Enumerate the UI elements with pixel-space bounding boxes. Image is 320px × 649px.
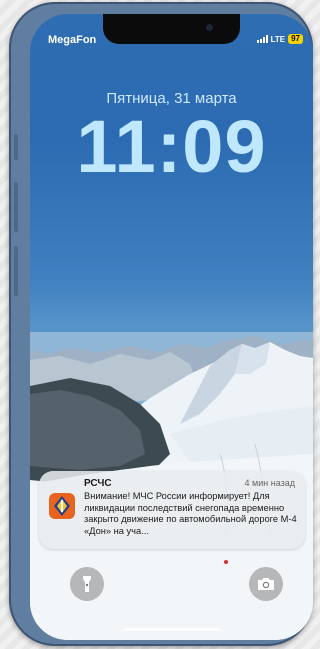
mute-switch: [14, 134, 18, 160]
lock-clock: 11:09: [76, 105, 267, 188]
rschs-app-icon: [49, 493, 75, 519]
camera-button[interactable]: [249, 567, 283, 601]
battery-badge: 97: [288, 34, 303, 44]
phone-frame: MegaFon LTE 97 Пятница, 31 марта 11:09 Р…: [9, 2, 313, 646]
camera-icon: [258, 578, 274, 590]
lock-screen: MegaFon LTE 97 Пятница, 31 марта 11:09 Р…: [30, 14, 313, 640]
front-camera-icon: [206, 24, 213, 31]
network-type: LTE: [270, 34, 286, 44]
flashlight-icon: [83, 576, 91, 592]
notification-card[interactable]: РСЧС 4 мин назад Внимание! МЧС России ин…: [39, 471, 305, 549]
notification-time: 4 мин назад: [244, 478, 295, 488]
notification-body: Внимание! МЧС России информирует! Для ли…: [84, 491, 297, 536]
status-indicators: LTE 97: [256, 34, 303, 44]
volume-up-button: [14, 182, 18, 232]
home-indicator[interactable]: [124, 628, 220, 631]
volume-down-button: [14, 246, 18, 296]
notification-app-name: РСЧС: [84, 478, 112, 489]
notch: [103, 14, 240, 44]
signal-strength-icon: [256, 35, 268, 43]
flashlight-button[interactable]: [70, 567, 104, 601]
carrier-name: MegaFon: [48, 34, 97, 46]
mchs-emblem-icon: [54, 496, 70, 516]
